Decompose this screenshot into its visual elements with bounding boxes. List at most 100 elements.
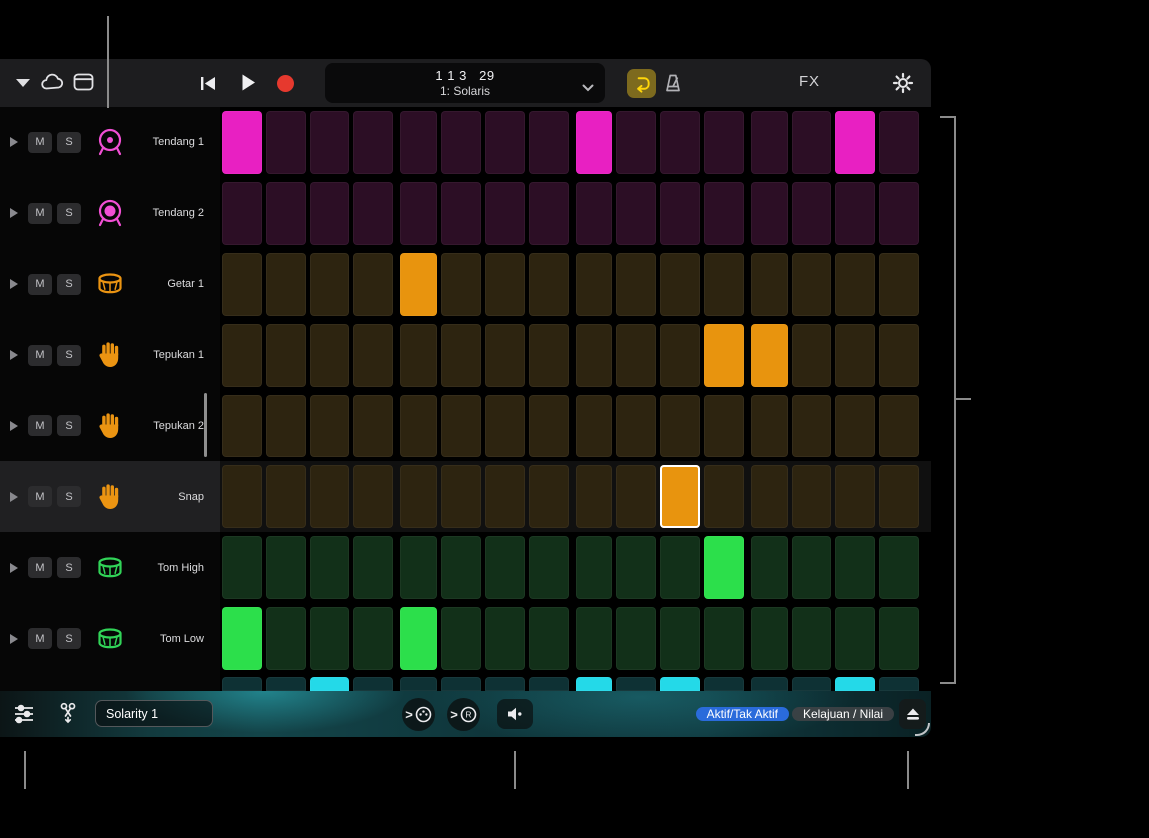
step-cell[interactable] bbox=[751, 677, 788, 691]
step-cell[interactable] bbox=[353, 607, 393, 670]
step-cell[interactable] bbox=[751, 111, 788, 174]
step-cell[interactable] bbox=[660, 395, 700, 458]
step-cell[interactable] bbox=[310, 607, 350, 670]
step-cell[interactable] bbox=[704, 111, 744, 174]
segment-active-toggle[interactable]: Aktif/Tak Aktif bbox=[696, 707, 789, 721]
step-cell[interactable] bbox=[576, 253, 613, 316]
corner-handle[interactable] bbox=[915, 723, 930, 736]
mute-button[interactable]: M bbox=[28, 557, 52, 578]
step-cell[interactable] bbox=[441, 677, 481, 691]
mute-button[interactable]: M bbox=[28, 415, 52, 436]
step-cell[interactable] bbox=[835, 677, 875, 691]
step-cell[interactable] bbox=[353, 395, 393, 458]
step-cell[interactable] bbox=[400, 536, 437, 599]
mute-button[interactable]: M bbox=[28, 345, 52, 366]
step-cell[interactable] bbox=[792, 536, 832, 599]
play-button[interactable] bbox=[240, 73, 256, 92]
step-cell[interactable] bbox=[266, 182, 306, 245]
settings-gear-icon[interactable] bbox=[892, 72, 914, 94]
step-cell[interactable] bbox=[222, 253, 262, 316]
step-cell[interactable] bbox=[529, 677, 569, 691]
step-cell[interactable] bbox=[400, 465, 437, 528]
step-cell[interactable] bbox=[792, 607, 832, 670]
solo-button[interactable]: S bbox=[57, 345, 81, 366]
step-cell[interactable] bbox=[400, 607, 437, 670]
step-cell[interactable] bbox=[879, 607, 919, 670]
step-cell[interactable] bbox=[704, 182, 744, 245]
step-cell[interactable] bbox=[660, 324, 700, 387]
step-cell[interactable] bbox=[529, 607, 569, 670]
step-cell[interactable] bbox=[835, 253, 875, 316]
step-cell[interactable] bbox=[616, 111, 656, 174]
step-cell[interactable] bbox=[266, 607, 306, 670]
step-cell[interactable] bbox=[576, 677, 613, 691]
step-cell[interactable] bbox=[751, 324, 788, 387]
cycle-button[interactable] bbox=[627, 69, 656, 98]
lcd-display[interactable]: 1 1 3 29 1: Solaris bbox=[325, 63, 605, 103]
step-cell[interactable] bbox=[266, 395, 306, 458]
solo-button[interactable]: S bbox=[57, 274, 81, 295]
step-cell[interactable] bbox=[353, 111, 393, 174]
step-cell[interactable] bbox=[441, 182, 481, 245]
step-cell[interactable] bbox=[751, 607, 788, 670]
step-cell[interactable] bbox=[704, 465, 744, 528]
step-cell[interactable] bbox=[879, 253, 919, 316]
step-cell[interactable] bbox=[835, 324, 875, 387]
mute-button[interactable]: M bbox=[28, 132, 52, 153]
step-cell[interactable] bbox=[353, 536, 393, 599]
fx-button[interactable]: FX bbox=[799, 73, 820, 90]
step-cell[interactable] bbox=[441, 395, 481, 458]
step-cell[interactable] bbox=[485, 465, 525, 528]
step-cell[interactable] bbox=[441, 253, 481, 316]
step-cell[interactable] bbox=[353, 253, 393, 316]
step-cell[interactable] bbox=[616, 253, 656, 316]
step-cell[interactable] bbox=[835, 111, 875, 174]
step-cell[interactable] bbox=[400, 395, 437, 458]
step-cell[interactable] bbox=[751, 536, 788, 599]
solo-button[interactable]: S bbox=[57, 415, 81, 436]
pattern-name-field[interactable]: Solarity 1 bbox=[95, 700, 213, 727]
scissors-icon[interactable] bbox=[54, 700, 82, 728]
track-play-icon[interactable] bbox=[10, 279, 18, 289]
step-cell[interactable] bbox=[266, 465, 306, 528]
step-cell[interactable] bbox=[792, 395, 832, 458]
step-cell[interactable] bbox=[879, 395, 919, 458]
step-cell[interactable] bbox=[751, 182, 788, 245]
step-cell[interactable] bbox=[751, 395, 788, 458]
step-cell[interactable] bbox=[485, 324, 525, 387]
step-cell[interactable] bbox=[616, 465, 656, 528]
chevron-down-icon[interactable] bbox=[16, 79, 30, 87]
mute-button[interactable]: M bbox=[28, 203, 52, 224]
step-cell[interactable] bbox=[353, 324, 393, 387]
step-cell[interactable] bbox=[441, 324, 481, 387]
step-cell[interactable] bbox=[792, 465, 832, 528]
step-cell[interactable] bbox=[792, 677, 832, 691]
track-play-icon[interactable] bbox=[10, 350, 18, 360]
step-cell[interactable] bbox=[879, 536, 919, 599]
track-header[interactable]: MSTepukan 1 bbox=[0, 320, 220, 391]
step-cell[interactable] bbox=[751, 465, 788, 528]
loop-browser-icon[interactable] bbox=[40, 73, 66, 92]
mute-button[interactable]: M bbox=[28, 628, 52, 649]
step-cell[interactable] bbox=[485, 607, 525, 670]
step-cell[interactable] bbox=[400, 324, 437, 387]
step-cell[interactable] bbox=[310, 677, 350, 691]
step-cell[interactable] bbox=[660, 607, 700, 670]
solo-button[interactable]: S bbox=[57, 557, 81, 578]
step-cell[interactable] bbox=[529, 465, 569, 528]
step-cell[interactable] bbox=[266, 253, 306, 316]
step-cell[interactable] bbox=[616, 607, 656, 670]
step-cell[interactable] bbox=[660, 253, 700, 316]
step-cell[interactable] bbox=[879, 182, 919, 245]
step-cell[interactable] bbox=[222, 324, 262, 387]
step-cell[interactable] bbox=[222, 111, 262, 174]
track-header[interactable]: MSTendang 1 bbox=[0, 107, 220, 178]
solo-button[interactable]: S bbox=[57, 486, 81, 507]
step-cell[interactable] bbox=[576, 465, 613, 528]
step-cell[interactable] bbox=[835, 465, 875, 528]
track-play-icon[interactable] bbox=[10, 208, 18, 218]
track-header[interactable]: MSTepukan 2 bbox=[0, 391, 220, 462]
solo-button[interactable]: S bbox=[57, 203, 81, 224]
step-cell[interactable] bbox=[222, 536, 262, 599]
step-cell[interactable] bbox=[576, 395, 613, 458]
